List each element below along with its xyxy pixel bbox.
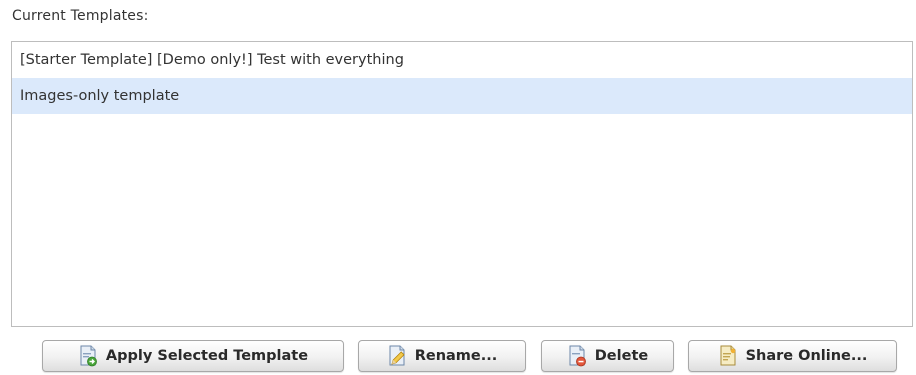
delete-document-icon xyxy=(567,345,587,367)
templates-list[interactable]: [Starter Template] [Demo only!] Test wit… xyxy=(11,41,913,327)
template-list-item-selected[interactable]: Images-only template xyxy=(12,78,912,114)
rename-button[interactable]: Rename... xyxy=(358,340,526,372)
apply-selected-template-label: Apply Selected Template xyxy=(105,348,309,364)
current-templates-label: Current Templates: xyxy=(12,8,149,24)
template-list-item[interactable]: [Starter Template] [Demo only!] Test wit… xyxy=(12,42,912,78)
template-actions-bar: Apply Selected Template Rename... Delete… xyxy=(0,340,916,374)
share-online-icon xyxy=(718,345,738,367)
rename-label: Rename... xyxy=(414,348,498,364)
templates-panel: Current Templates: [Starter Template] [D… xyxy=(0,0,916,375)
apply-selected-template-button[interactable]: Apply Selected Template xyxy=(42,340,344,372)
apply-template-icon xyxy=(78,345,98,367)
delete-button[interactable]: Delete xyxy=(541,340,674,372)
share-online-button[interactable]: Share Online... xyxy=(688,340,897,372)
delete-label: Delete xyxy=(594,348,649,364)
rename-pencil-icon xyxy=(387,345,407,367)
share-online-label: Share Online... xyxy=(745,348,868,364)
